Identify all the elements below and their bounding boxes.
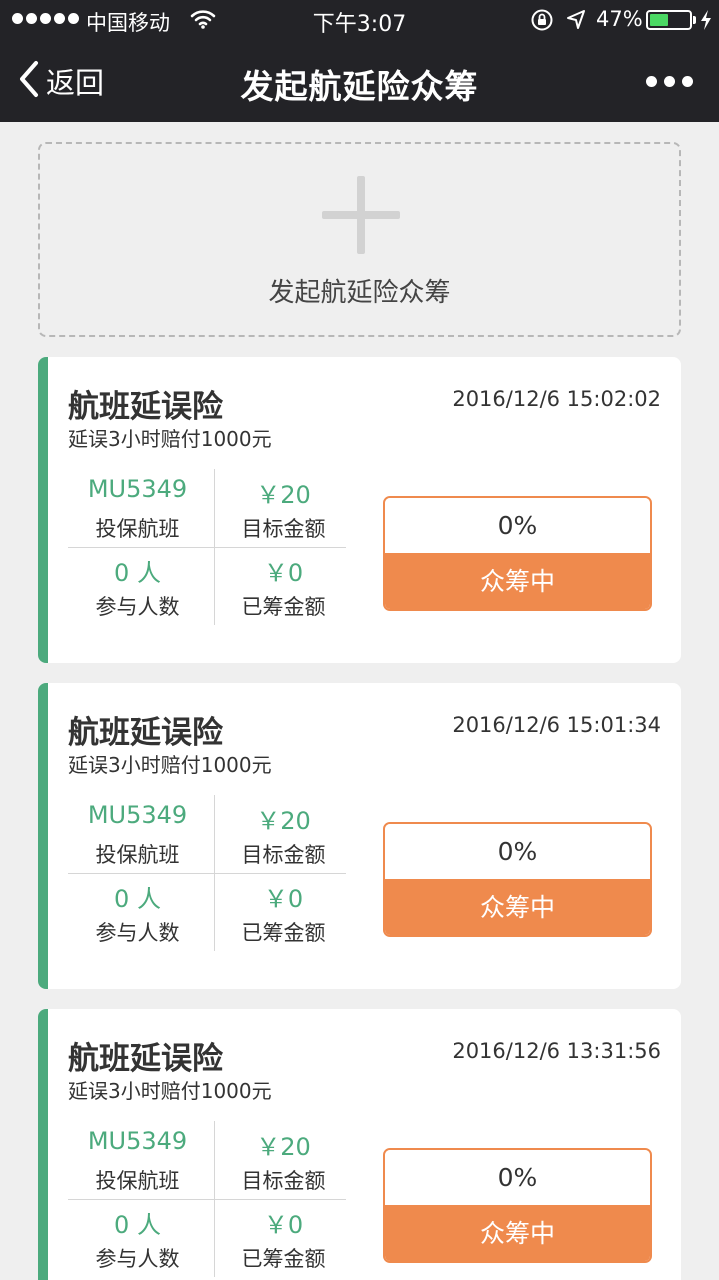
raised-label: 已筹金额 (241, 595, 326, 619)
target-label: 目标金额 (241, 1169, 326, 1193)
crowdfunding-card[interactable]: 航班延误险 2016/12/6 13:31:56 延误3小时赔付1000元 MU534… (38, 1009, 681, 1280)
stat-target: ￥20 目标金额 (214, 469, 353, 547)
participants-count: 0 人 (114, 1211, 161, 1239)
flight-label: 投保航班 (95, 1169, 180, 1193)
stats-divider-horizontal (68, 873, 346, 874)
target-amount: ￥20 (256, 481, 311, 509)
target-label: 目标金额 (241, 843, 326, 867)
create-crowdfunding-button[interactable]: 发起航延险众筹 (38, 142, 681, 337)
crowdfunding-progress-button[interactable]: 0% 众筹中 (383, 1148, 652, 1263)
flight-label: 投保航班 (95, 843, 180, 867)
card-stats: MU5349 投保航班 ￥20 目标金额 0 人参与人数 ￥0 已筹金额 (68, 469, 346, 625)
participants-label: 参与人数 (95, 595, 180, 619)
charging-bolt-icon (699, 9, 713, 36)
progress-percent: 0% (385, 1150, 650, 1205)
card-title: 航班延误险 (68, 1041, 223, 1077)
raised-label: 已筹金额 (241, 1247, 326, 1271)
card-description: 延误3小时赔付1000元 (68, 753, 272, 777)
more-options-icon[interactable] (646, 76, 693, 87)
stat-raised: ￥0 已筹金额 (214, 873, 353, 951)
rotation-lock-icon (530, 8, 554, 37)
card-title: 航班延误险 (68, 715, 223, 751)
progress-status: 众筹中 (385, 1205, 650, 1261)
crowdfunding-progress-button[interactable]: 0% 众筹中 (383, 496, 652, 611)
stat-flight: MU5349 投保航班 (68, 795, 207, 873)
battery-cap (693, 16, 696, 24)
stat-participants: 0 人参与人数 (68, 873, 207, 951)
participants-count: 0 人 (114, 559, 161, 587)
card-accent-stripe (38, 1009, 48, 1280)
progress-percent: 0% (385, 824, 650, 879)
participants-label: 参与人数 (95, 1247, 180, 1271)
raised-amount: ￥0 (263, 559, 304, 587)
navigation-bar: 返回 发起航延险众筹 (0, 40, 719, 122)
plus-icon (322, 176, 400, 254)
card-description: 延误3小时赔付1000元 (68, 427, 272, 451)
create-crowdfunding-label: 发起航延险众筹 (268, 278, 451, 308)
flight-number: MU5349 (87, 1127, 188, 1155)
location-arrow-icon (565, 8, 587, 37)
progress-percent: 0% (385, 498, 650, 553)
progress-status: 众筹中 (385, 553, 650, 609)
progress-status: 众筹中 (385, 879, 650, 935)
card-accent-stripe (38, 683, 48, 989)
stat-flight: MU5349 投保航班 (68, 469, 207, 547)
stat-participants: 0 人参与人数 (68, 547, 207, 625)
stats-divider-horizontal (68, 547, 346, 548)
card-stats: MU5349 投保航班 ￥20 目标金额 0 人参与人数 ￥0 已筹金额 (68, 1121, 346, 1277)
target-label: 目标金额 (241, 517, 326, 541)
card-timestamp: 2016/12/6 15:02:02 (452, 387, 661, 411)
participants-label: 参与人数 (95, 921, 180, 945)
card-description: 延误3小时赔付1000元 (68, 1079, 272, 1103)
flight-number: MU5349 (87, 475, 188, 503)
crowdfunding-card[interactable]: 航班延误险 2016/12/6 15:02:02 延误3小时赔付1000元 MU534… (38, 357, 681, 663)
top-bar: 中国移动 下午3:07 47% 返回 发起航延险众筹 (0, 0, 719, 122)
stat-target: ￥20 目标金额 (214, 1121, 353, 1199)
card-accent-stripe (38, 357, 48, 663)
stat-flight: MU5349 投保航班 (68, 1121, 207, 1199)
battery-percent: 47% (596, 7, 643, 31)
stat-participants: 0 人参与人数 (68, 1199, 207, 1277)
crowdfunding-progress-button[interactable]: 0% 众筹中 (383, 822, 652, 937)
page-title: 发起航延险众筹 (240, 67, 479, 106)
flight-number: MU5349 (87, 801, 188, 829)
battery-level-fill (650, 14, 668, 26)
stat-raised: ￥0 已筹金额 (214, 1199, 353, 1277)
card-timestamp: 2016/12/6 13:31:56 (452, 1039, 661, 1063)
target-amount: ￥20 (256, 807, 311, 835)
stat-raised: ￥0 已筹金额 (214, 547, 353, 625)
crowdfunding-card[interactable]: 航班延误险 2016/12/6 15:01:34 延误3小时赔付1000元 MU534… (38, 683, 681, 989)
target-amount: ￥20 (256, 1133, 311, 1161)
card-title: 航班延误险 (68, 389, 223, 425)
raised-amount: ￥0 (263, 1211, 304, 1239)
raised-label: 已筹金额 (241, 921, 326, 945)
raised-amount: ￥0 (263, 885, 304, 913)
card-timestamp: 2016/12/6 15:01:34 (452, 713, 661, 737)
battery-icon (646, 10, 692, 30)
stat-target: ￥20 目标金额 (214, 795, 353, 873)
flight-label: 投保航班 (95, 517, 180, 541)
status-bar: 中国移动 下午3:07 47% (0, 0, 719, 40)
card-stats: MU5349 投保航班 ￥20 目标金额 0 人参与人数 ￥0 已筹金额 (68, 795, 346, 951)
participants-count: 0 人 (114, 885, 161, 913)
stats-divider-horizontal (68, 1199, 346, 1200)
